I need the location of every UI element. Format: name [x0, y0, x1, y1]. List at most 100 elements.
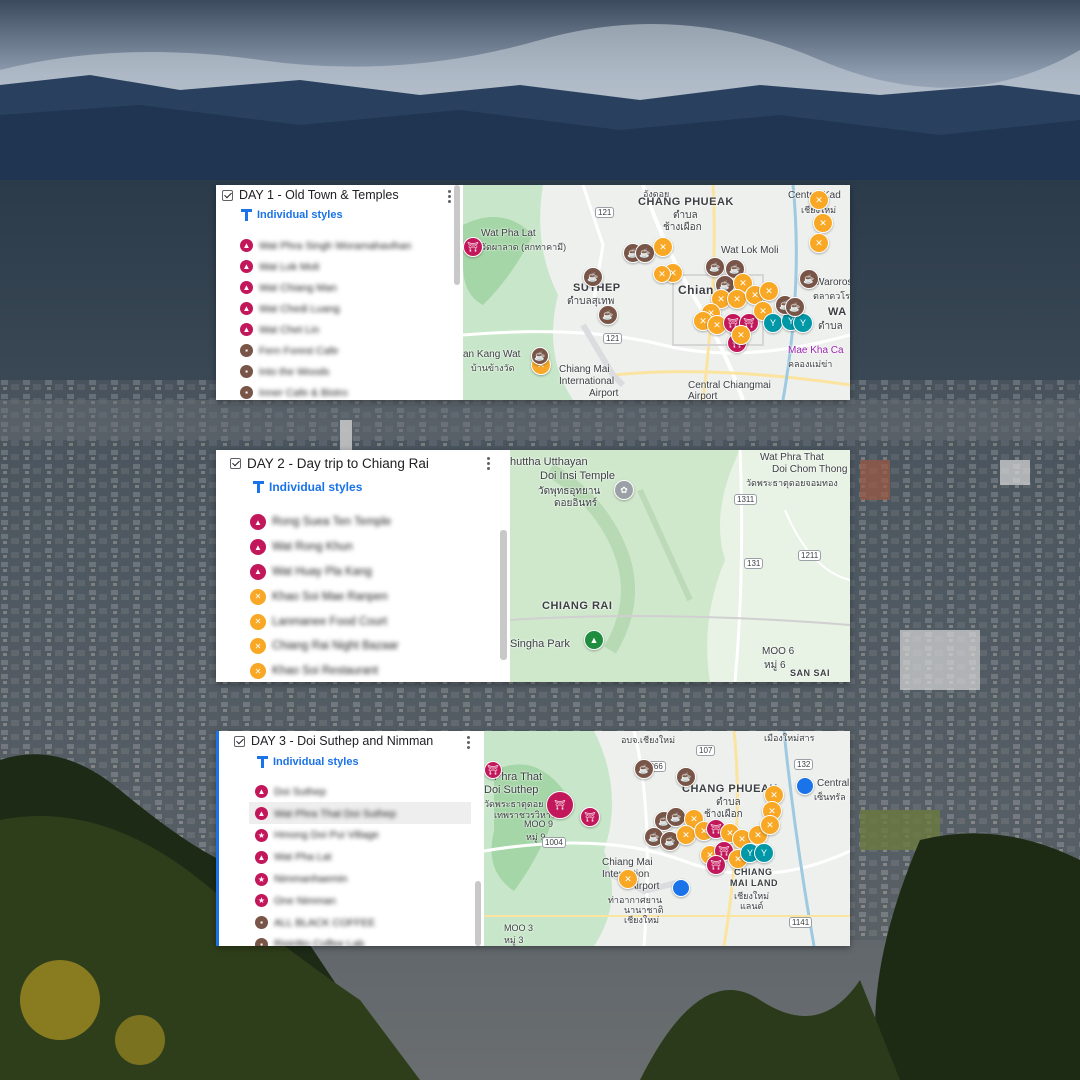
cafe-pin[interactable]: ☕	[634, 759, 654, 779]
list-item[interactable]: ▲ Wat Lok Moli	[240, 256, 411, 277]
more-vert-icon[interactable]	[467, 734, 470, 751]
cafe-pin[interactable]: ☕	[598, 305, 618, 325]
map-view[interactable]: huttha Utthayan Doi Insi Temple วัดพุทธอ…	[510, 450, 850, 682]
list-item[interactable]: ✕ Lanmanee Food Court	[250, 609, 399, 634]
temple-pin[interactable]: ⛩	[580, 807, 600, 827]
bar-pin[interactable]: Y	[763, 313, 783, 333]
map-label: Wat Lok Moli	[721, 245, 779, 256]
checkbox-icon[interactable]	[230, 458, 241, 469]
list-item-label: Chiang Rai Night Bazaar	[272, 640, 399, 653]
cafe-pin[interactable]: ☕	[799, 269, 819, 289]
bar-pin[interactable]: Y	[754, 843, 774, 863]
park-pin[interactable]: ▲	[584, 630, 604, 650]
temple-icon: ▲	[250, 563, 266, 580]
map-view[interactable]: อบจ.เชียงใหม่ เมืองใหม่สาร Phra That Doi…	[484, 731, 850, 946]
list-item[interactable]: ✕ Khao Soi Restaurant	[250, 659, 399, 682]
checkbox-icon[interactable]	[234, 735, 245, 747]
star-icon: ★	[255, 894, 268, 908]
list-item-label: Wat Lok Moli	[259, 260, 320, 273]
food-pin[interactable]: ✕	[809, 233, 829, 253]
list-item-label: Wat Phra That Doi Suthep	[274, 807, 396, 820]
map-label: ช้างเผือก	[663, 222, 702, 233]
list-item[interactable]: ★ Nimmanhaemin	[255, 868, 396, 890]
map-label: Chiang Mai	[602, 857, 653, 868]
cafe-pin[interactable]: ☕	[635, 243, 655, 263]
temple-pin[interactable]: ⛩	[463, 237, 483, 257]
list-item[interactable]: ▲ Wat Chet Lin	[240, 319, 411, 340]
individual-styles-link[interactable]: Individual styles	[253, 480, 362, 494]
map-label: ตลาดวโร	[813, 291, 850, 301]
food-pin[interactable]: ✕	[676, 825, 696, 845]
map-label: Mae Kha Ca	[788, 345, 844, 356]
list-item-label: Wat Chedi Luang	[259, 302, 340, 315]
airport-pin[interactable]	[672, 879, 690, 897]
list-item[interactable]: ▲ Wat Phra That Doi Suthep	[255, 803, 396, 825]
cafe-pin[interactable]: ☕	[531, 347, 549, 365]
food-pin[interactable]: ✕	[618, 869, 638, 889]
list-item[interactable]: ▲ Doi Suthep	[255, 781, 396, 803]
individual-styles-link[interactable]: Individual styles	[241, 209, 343, 221]
list-item[interactable]: ★ One Nimman	[255, 890, 396, 912]
map-label: วัดพระธาตุดอยจอมทอง	[746, 478, 838, 488]
list-item-label: Fern Forest Cafe	[259, 344, 339, 357]
list-item[interactable]: ▲ Wat Huay Pla Kang	[250, 560, 399, 585]
list-item[interactable]: ✕ Chiang Rai Night Bazaar	[250, 634, 399, 659]
map-label: เมืองใหม่สาร	[764, 733, 815, 743]
list-item[interactable]: ✕ Khao Soi Mae Ranpen	[250, 584, 399, 609]
cafe-pin[interactable]: ☕	[666, 807, 686, 827]
cafe-pin[interactable]: ☕	[785, 297, 805, 317]
route-shield: 1004	[542, 837, 566, 848]
list-item-label: Into the Woods	[259, 365, 330, 378]
map-view[interactable]: อังดอย Central Kad เชียงใหม่ CHANG PHUEA…	[463, 185, 850, 400]
individual-styles-link[interactable]: Individual styles	[257, 756, 359, 768]
map-label: huttha Utthayan	[510, 456, 588, 468]
more-vert-icon[interactable]	[487, 455, 490, 472]
food-pin[interactable]: ✕	[653, 265, 671, 283]
temple-pin[interactable]: ⛩	[706, 855, 726, 875]
day2-map-card: DAY 2 - Day trip to Chiang Rai Individua…	[216, 450, 850, 682]
list-item[interactable]: ▲ Wat Chiang Man	[240, 277, 411, 298]
list-item-label: Hmong Doi Pui Village	[274, 829, 379, 842]
list-item[interactable]: ▲ Wat Chedi Luang	[240, 298, 411, 319]
list-item[interactable]: ★ Hmong Doi Pui Village	[255, 825, 396, 847]
individual-styles-icon	[257, 756, 268, 768]
layer-panel: DAY 2 - Day trip to Chiang Rai Individua…	[216, 450, 510, 682]
list-item[interactable]: ▪ Inner Cafe & Bistro	[240, 382, 411, 400]
list-item-label: Khao Soi Mae Ranpen	[272, 590, 388, 603]
temple-icon: ▲	[250, 539, 266, 556]
food-pin[interactable]: ✕	[731, 325, 751, 345]
food-pin[interactable]: ✕	[809, 190, 829, 210]
more-vert-icon[interactable]	[448, 188, 451, 205]
food-pin[interactable]: ✕	[653, 237, 673, 257]
temple-pin[interactable]: ⛩	[546, 791, 574, 819]
map-label: Waroros	[815, 277, 850, 288]
checkbox-icon[interactable]	[222, 189, 233, 201]
scrollbar[interactable]	[500, 530, 507, 660]
layer-panel: DAY 1 - Old Town & Temples Individual st…	[216, 185, 463, 400]
list-item[interactable]: ▪ Into the Woods	[240, 361, 411, 382]
map-label: Chian	[678, 283, 714, 297]
list-item[interactable]: ▪ ALL BLACK COFFEE	[255, 912, 396, 934]
airport-pin[interactable]	[796, 777, 814, 795]
cafe-pin[interactable]: ☕	[676, 767, 696, 787]
map-label: Doi Chom Thong	[772, 464, 848, 475]
list-item[interactable]: ▲ Wat Rong Khun	[250, 535, 399, 560]
list-item[interactable]: ▲ Wat Phra Singh Woramahavihan	[240, 235, 411, 256]
coffee-icon: ▪	[240, 365, 253, 378]
scrollbar[interactable]	[454, 185, 460, 285]
star-icon: ★	[255, 828, 268, 842]
food-pin[interactable]: ✕	[760, 815, 780, 835]
list-item[interactable]: ▲ Wat Pha Lat	[255, 846, 396, 868]
food-pin[interactable]: ✕	[727, 289, 747, 309]
list-item[interactable]: ▲ Rong Suea Ten Temple	[250, 510, 399, 535]
temple-pin[interactable]: ⛩	[484, 761, 502, 779]
list-item-label: One Nimman	[274, 894, 336, 907]
list-item[interactable]: ▪ Ristr8to Coffee Lab	[255, 934, 396, 946]
cafe-pin[interactable]: ☕	[583, 267, 603, 287]
map-label: MAI LAND	[730, 878, 778, 888]
temple-pin[interactable]: ✿	[614, 480, 634, 500]
cafe-pin[interactable]: ☕	[705, 257, 725, 277]
list-item[interactable]: ▪ Fern Forest Cafe	[240, 340, 411, 361]
food-pin[interactable]: ✕	[813, 213, 833, 233]
scrollbar[interactable]	[475, 881, 481, 946]
